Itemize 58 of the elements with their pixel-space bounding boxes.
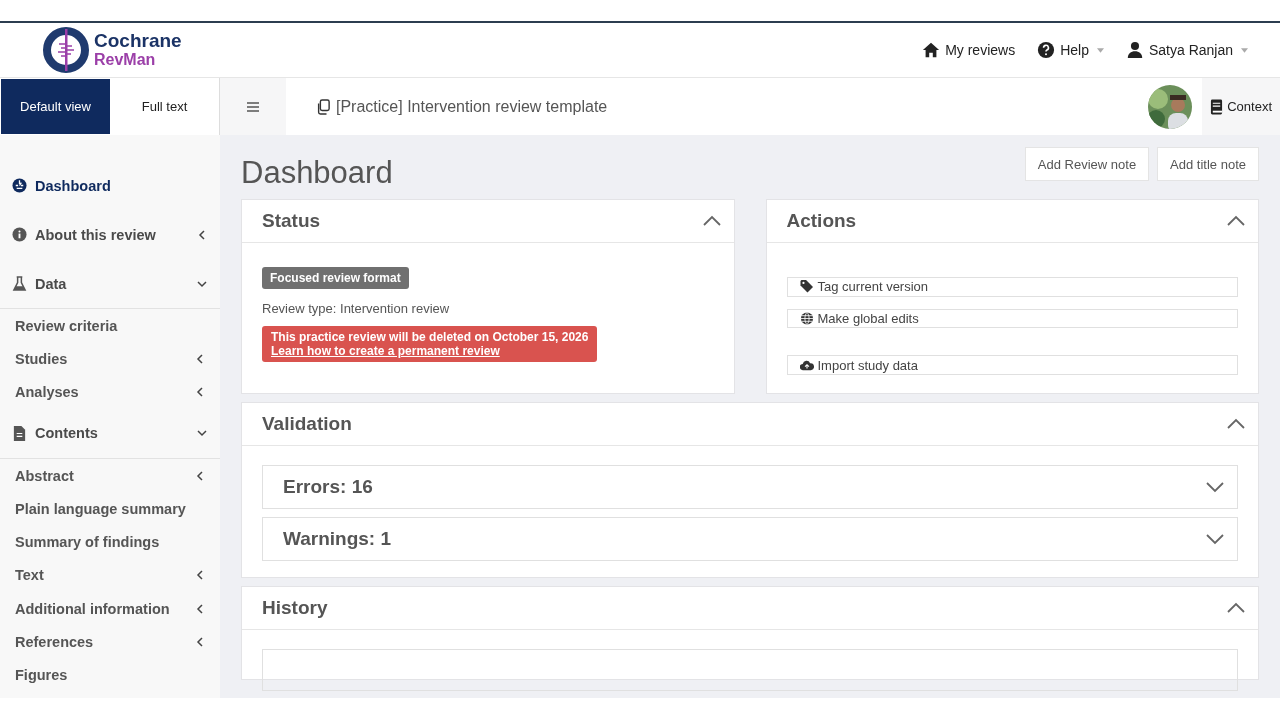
chevron-up-icon[interactable] <box>1226 215 1246 227</box>
panel-title: History <box>262 597 328 619</box>
tag-icon <box>799 280 814 294</box>
group-label: Errors: 16 <box>283 476 373 498</box>
format-badge: Focused review format <box>262 267 409 289</box>
action-button[interactable]: Import study data <box>786 355 1238 375</box>
action-button[interactable]: Tag current version <box>786 277 1238 297</box>
chevron-up-icon[interactable] <box>701 215 722 227</box>
cloud-upload-icon <box>799 358 814 372</box>
document-icon <box>12 425 27 441</box>
chevron-up-icon[interactable] <box>1226 602 1246 614</box>
validation-group[interactable]: Errors: 16 <box>262 465 1238 509</box>
panel-title: Actions <box>786 210 857 232</box>
note-button[interactable]: Add Review note <box>1024 147 1150 181</box>
page-title: Dashboard <box>241 155 393 192</box>
logo-product: RevMan <box>94 50 157 69</box>
dashboard-icon <box>12 178 27 193</box>
sidebar-item[interactable]: Dashboard <box>0 161 220 210</box>
nav-link[interactable]: My reviews <box>922 41 1016 59</box>
logo-name: Cochrane <box>94 31 182 50</box>
sidebar-subitem[interactable]: Studies <box>0 342 220 376</box>
caret-icon <box>1096 47 1104 53</box>
home-icon <box>922 41 941 59</box>
alert-text: This practice review will be deleted on October 15, 2026 <box>271 330 589 344</box>
chevron-up-icon[interactable] <box>1226 418 1246 430</box>
note-button[interactable]: Add title note <box>1157 147 1259 181</box>
review-title: [Practice] Intervention review template <box>336 97 608 116</box>
user-icon <box>1125 41 1144 59</box>
sidebar-subitem[interactable]: Figures <box>0 658 220 692</box>
alert-link[interactable]: Learn how to create a permanent review <box>271 344 589 358</box>
logo-icon <box>42 26 90 74</box>
panel-title: Status <box>262 210 321 232</box>
sidebar-subitem[interactable]: Abstract <box>0 458 220 493</box>
view-tab[interactable]: Default view <box>1 79 110 134</box>
sidebar-subitem[interactable]: Review criteria <box>0 309 220 343</box>
help-icon <box>1037 41 1056 59</box>
copy-icon <box>316 98 330 115</box>
group-label: Warnings: 1 <box>283 528 392 550</box>
action-button[interactable]: Make global edits <box>786 308 1238 329</box>
nav-link[interactable]: Satya Ranjan <box>1125 41 1248 59</box>
flask-icon <box>12 276 27 291</box>
nav-link[interactable]: Help <box>1037 41 1104 59</box>
info-icon <box>12 227 27 242</box>
sidebar-subitem[interactable]: Analyses <box>0 375 220 409</box>
sidebar-subitem[interactable]: Additional information <box>0 592 220 626</box>
validation-group[interactable]: Warnings: 1 <box>262 517 1238 561</box>
review-type: Review type: Intervention review <box>262 301 451 316</box>
menu-icon <box>247 101 259 112</box>
globe-icon <box>799 312 814 325</box>
context-button[interactable]: Context <box>1202 78 1280 135</box>
sidebar-item[interactable]: About this review <box>0 210 220 259</box>
panel-title: Validation <box>262 413 352 435</box>
book-icon <box>1210 98 1224 115</box>
caret-icon <box>1241 47 1248 53</box>
sidebar-subitem[interactable]: References <box>0 625 220 659</box>
sidebar-subitem[interactable]: Text <box>0 558 220 593</box>
sidebar-subitem[interactable]: Summary of findings <box>0 525 220 559</box>
sidebar-subitem[interactable]: Plain language summary <box>0 492 220 526</box>
